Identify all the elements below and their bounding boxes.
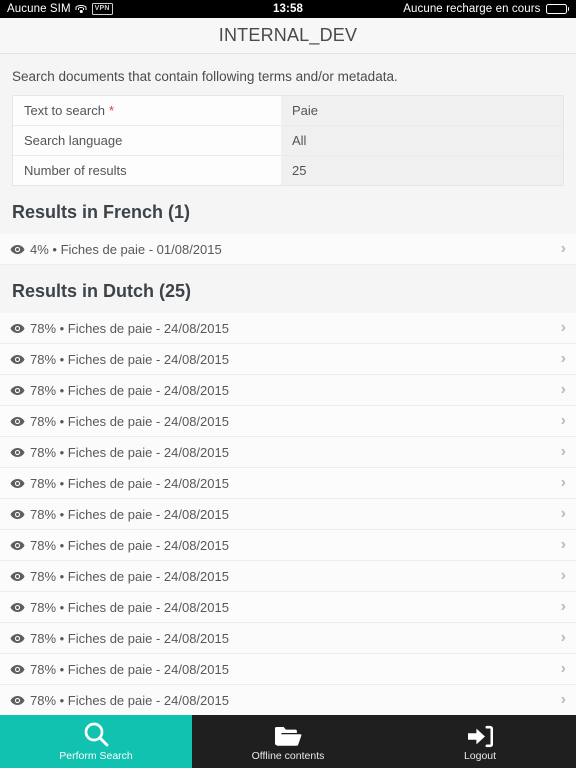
result-row[interactable]: 78% • Fiches de paie - 24/08/2015 ›: [0, 344, 576, 375]
form-row-value[interactable]: 25: [281, 156, 563, 185]
tab-label: Offline contents: [251, 750, 325, 762]
result-row-text: 78% • Fiches de paie - 24/08/2015: [30, 444, 229, 460]
result-row[interactable]: 78% • Fiches de paie - 24/08/2015 ›: [0, 499, 576, 530]
result-row-text: 78% • Fiches de paie - 24/08/2015: [30, 661, 229, 677]
app-root: Aucune SIM VPN 13:58 Aucune recharge en …: [0, 0, 576, 768]
search-form-table: Text to search * Paie Search language All Num…: [12, 95, 564, 186]
carrier-label: Aucune SIM: [7, 3, 71, 15]
scroll-content[interactable]: Search documents that contain following …: [0, 54, 576, 768]
tab-perform-search[interactable]: Perform Search: [0, 715, 192, 768]
chevron-right-icon: ›: [560, 536, 566, 553]
form-row-value[interactable]: All: [281, 126, 563, 155]
result-row-text: 78% • Fiches de paie - 24/08/2015: [30, 320, 229, 336]
eye-icon: [10, 416, 25, 427]
chevron-right-icon: ›: [560, 660, 566, 677]
chevron-right-icon: ›: [560, 319, 566, 336]
eye-icon: [10, 509, 25, 520]
eye-icon: [10, 354, 25, 365]
result-row-text: 78% • Fiches de paie - 24/08/2015: [30, 537, 229, 553]
eye-icon: [10, 633, 25, 644]
status-bar: Aucune SIM VPN 13:58 Aucune recharge en …: [0, 0, 576, 18]
eye-icon: [10, 385, 25, 396]
chevron-right-icon: ›: [560, 350, 566, 367]
form-label-text: Search language: [24, 133, 123, 148]
chevron-right-icon: ›: [560, 443, 566, 460]
eye-icon: [10, 447, 25, 458]
result-row-text: 78% • Fiches de paie - 24/08/2015: [30, 599, 229, 615]
charge-status-label: Aucune recharge en cours: [403, 3, 541, 15]
result-row-text: 78% • Fiches de paie - 24/08/2015: [30, 382, 229, 398]
result-row-text: 78% • Fiches de paie - 24/08/2015: [30, 692, 229, 708]
status-bar-right: Aucune recharge en cours: [403, 3, 569, 15]
tab-bar: Perform Search Offline contents Logout: [0, 715, 576, 768]
result-row[interactable]: 78% • Fiches de paie - 24/08/2015 ›: [0, 313, 576, 344]
tab-label: Logout: [463, 750, 497, 762]
chevron-right-icon: ›: [560, 474, 566, 491]
page-title: INTERNAL_DEV: [218, 25, 358, 45]
tab-label: Perform Search: [59, 750, 133, 762]
form-row-label: Text to search *: [13, 96, 281, 125]
chevron-right-icon: ›: [560, 505, 566, 522]
eye-icon: [10, 323, 25, 334]
result-row-text: 78% • Fiches de paie - 24/08/2015: [30, 630, 229, 646]
chevron-right-icon: ›: [560, 629, 566, 646]
chevron-right-icon: ›: [560, 598, 566, 615]
result-row[interactable]: 78% • Fiches de paie - 24/08/2015 ›: [0, 375, 576, 406]
logout-icon: [467, 721, 493, 748]
eye-icon: [10, 540, 25, 551]
result-row-text: 78% • Fiches de paie - 24/08/2015: [30, 475, 229, 491]
required-asterisk: *: [108, 103, 114, 118]
form-row-value[interactable]: Paie: [281, 96, 563, 125]
results-section-heading: Results in Dutch (25): [12, 281, 192, 301]
form-label-text: Number of results: [24, 163, 127, 178]
result-row[interactable]: 78% • Fiches de paie - 24/08/2015 ›: [0, 437, 576, 468]
result-row[interactable]: 78% • Fiches de paie - 24/08/2015 ›: [0, 654, 576, 685]
chevron-right-icon: ›: [560, 412, 566, 429]
result-row[interactable]: 78% • Fiches de paie - 24/08/2015 ›: [0, 561, 576, 592]
result-row[interactable]: 78% • Fiches de paie - 24/08/2015 ›: [0, 592, 576, 623]
form-row[interactable]: Number of results 25: [13, 156, 563, 185]
result-row-text: 78% • Fiches de paie - 24/08/2015: [30, 568, 229, 584]
results-sections: Results in French (1) 4% • Fiches de paie…: [0, 186, 576, 716]
chevron-right-icon: ›: [560, 381, 566, 398]
search-icon: [83, 721, 110, 748]
chevron-right-icon: ›: [560, 567, 566, 584]
tab-offline-contents[interactable]: Offline contents: [192, 715, 384, 768]
result-row[interactable]: 78% • Fiches de paie - 24/08/2015 ›: [0, 685, 576, 716]
eye-icon: [10, 664, 25, 675]
intro-text: Search documents that contain following …: [12, 69, 398, 84]
form-row[interactable]: Search language All: [13, 126, 563, 156]
form-row[interactable]: Text to search * Paie: [13, 96, 563, 126]
status-bar-left: Aucune SIM VPN: [7, 3, 113, 15]
eye-icon: [10, 695, 25, 706]
result-row[interactable]: 78% • Fiches de paie - 24/08/2015 ›: [0, 468, 576, 499]
result-row-text: 78% • Fiches de paie - 24/08/2015: [30, 351, 229, 367]
chevron-right-icon: ›: [560, 691, 566, 708]
result-row[interactable]: 78% • Fiches de paie - 24/08/2015 ›: [0, 623, 576, 654]
chevron-right-icon: ›: [560, 240, 566, 257]
form-row-label: Search language: [13, 126, 281, 155]
result-row[interactable]: 78% • Fiches de paie - 24/08/2015 ›: [0, 530, 576, 561]
results-section-heading: Results in French (1): [12, 202, 191, 222]
eye-icon: [10, 571, 25, 582]
eye-icon: [10, 244, 25, 255]
folder-open-icon: [274, 721, 302, 748]
result-row-text: 78% • Fiches de paie - 24/08/2015: [30, 506, 229, 522]
tab-logout[interactable]: Logout: [384, 715, 576, 768]
eye-icon: [10, 478, 25, 489]
wifi-icon: [75, 4, 87, 14]
battery-icon: [545, 4, 569, 14]
form-row-label: Number of results: [13, 156, 281, 185]
vpn-badge: VPN: [91, 3, 113, 15]
result-row[interactable]: 4% • Fiches de paie - 01/08/2015 ›: [0, 234, 576, 265]
result-row-text: 4% • Fiches de paie - 01/08/2015: [30, 241, 222, 257]
form-label-text: Text to search: [24, 103, 105, 118]
eye-icon: [10, 602, 25, 613]
navigation-bar: INTERNAL_DEV: [0, 18, 576, 54]
result-row[interactable]: 78% • Fiches de paie - 24/08/2015 ›: [0, 406, 576, 437]
result-row-text: 78% • Fiches de paie - 24/08/2015: [30, 413, 229, 429]
